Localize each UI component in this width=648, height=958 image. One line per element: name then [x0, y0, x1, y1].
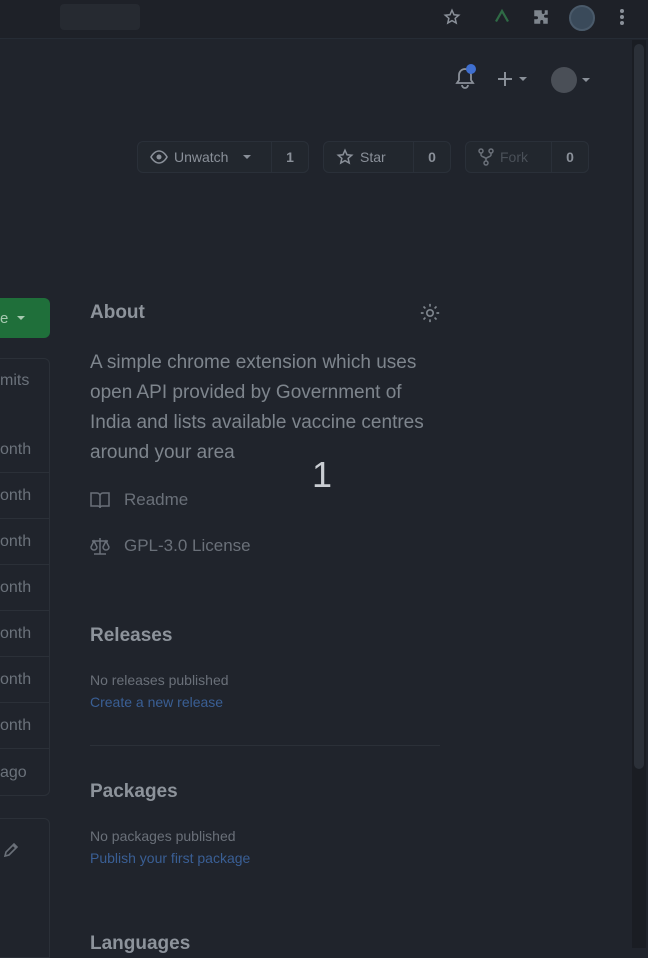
- fork-count[interactable]: 0: [552, 142, 588, 172]
- code-button-label: e: [0, 309, 9, 327]
- file-row-time: ago: [0, 763, 27, 781]
- readme-label: Readme: [124, 490, 189, 509]
- about-description: A simple chrome extension which uses ope…: [90, 352, 424, 463]
- unwatch-button[interactable]: Unwatch: [138, 142, 272, 172]
- puzzle-icon[interactable]: [529, 5, 553, 29]
- extension-icon[interactable]: [490, 5, 514, 29]
- file-row-time: onth: [0, 658, 50, 703]
- address-bar-fragment[interactable]: [60, 4, 140, 30]
- readme-box: [0, 818, 50, 958]
- watch-button-group: Unwatch 1: [137, 141, 309, 173]
- gear-icon[interactable]: [419, 302, 441, 324]
- code-button[interactable]: e: [0, 298, 50, 338]
- bell-icon[interactable]: [454, 64, 478, 92]
- file-row-time: onth: [0, 474, 50, 519]
- avatar: [551, 67, 577, 93]
- packages-heading[interactable]: Packages: [90, 781, 178, 803]
- readme-link[interactable]: Readme: [90, 490, 188, 510]
- commits-link[interactable]: mits: [0, 372, 29, 390]
- star-button-group: Star 0: [323, 141, 451, 173]
- packages-empty-text: No packages published: [90, 828, 236, 844]
- create-release-link[interactable]: Create a new release: [90, 694, 223, 710]
- publish-package-link[interactable]: Publish your first package: [90, 850, 250, 866]
- fork-label: Fork: [500, 149, 528, 165]
- step-marker: 1: [312, 454, 333, 495]
- create-new-menu[interactable]: [496, 68, 532, 90]
- file-list: onth onth onth onth onth onth onth ago: [0, 428, 50, 796]
- releases-heading[interactable]: Releases: [90, 625, 172, 647]
- eye-icon: [150, 150, 168, 164]
- fork-icon: [478, 148, 494, 166]
- file-row-time: onth: [0, 612, 50, 657]
- languages-heading: Languages: [90, 933, 191, 954]
- user-menu[interactable]: [551, 66, 593, 94]
- license-link[interactable]: GPL-3.0 License: [90, 536, 251, 556]
- license-label: GPL-3.0 License: [124, 536, 251, 555]
- fork-button-group: Fork 0: [465, 141, 589, 173]
- scrollbar-thumb[interactable]: [634, 44, 644, 769]
- file-row-time: onth: [0, 704, 50, 749]
- profile-icon[interactable]: [569, 5, 595, 31]
- plus-icon: [498, 72, 512, 86]
- about-heading: About: [90, 302, 145, 323]
- bookmark-star-icon[interactable]: [440, 5, 464, 29]
- pencil-icon[interactable]: [2, 841, 20, 859]
- divider: [90, 745, 440, 746]
- fork-button[interactable]: Fork: [466, 142, 552, 172]
- releases-empty-text: No releases published: [90, 672, 229, 688]
- file-row-time: onth: [0, 520, 50, 565]
- star-icon: [336, 148, 354, 165]
- chevron-down-icon: [519, 77, 527, 81]
- file-row-time: onth: [0, 428, 50, 473]
- browser-toolbar: [0, 0, 648, 39]
- watch-count[interactable]: 1: [272, 142, 308, 172]
- star-label: Star: [360, 149, 386, 165]
- book-icon: [90, 492, 110, 509]
- kebab-menu-icon[interactable]: [610, 5, 634, 29]
- star-button[interactable]: Star: [324, 142, 414, 172]
- law-icon: [90, 538, 110, 555]
- chevron-down-icon: [243, 155, 252, 159]
- unwatch-label: Unwatch: [174, 149, 229, 165]
- star-count[interactable]: 0: [414, 142, 450, 172]
- chevron-down-icon: [17, 316, 26, 320]
- file-row-time: onth: [0, 566, 50, 611]
- chevron-down-icon: [582, 78, 590, 82]
- notification-dot: [466, 64, 476, 74]
